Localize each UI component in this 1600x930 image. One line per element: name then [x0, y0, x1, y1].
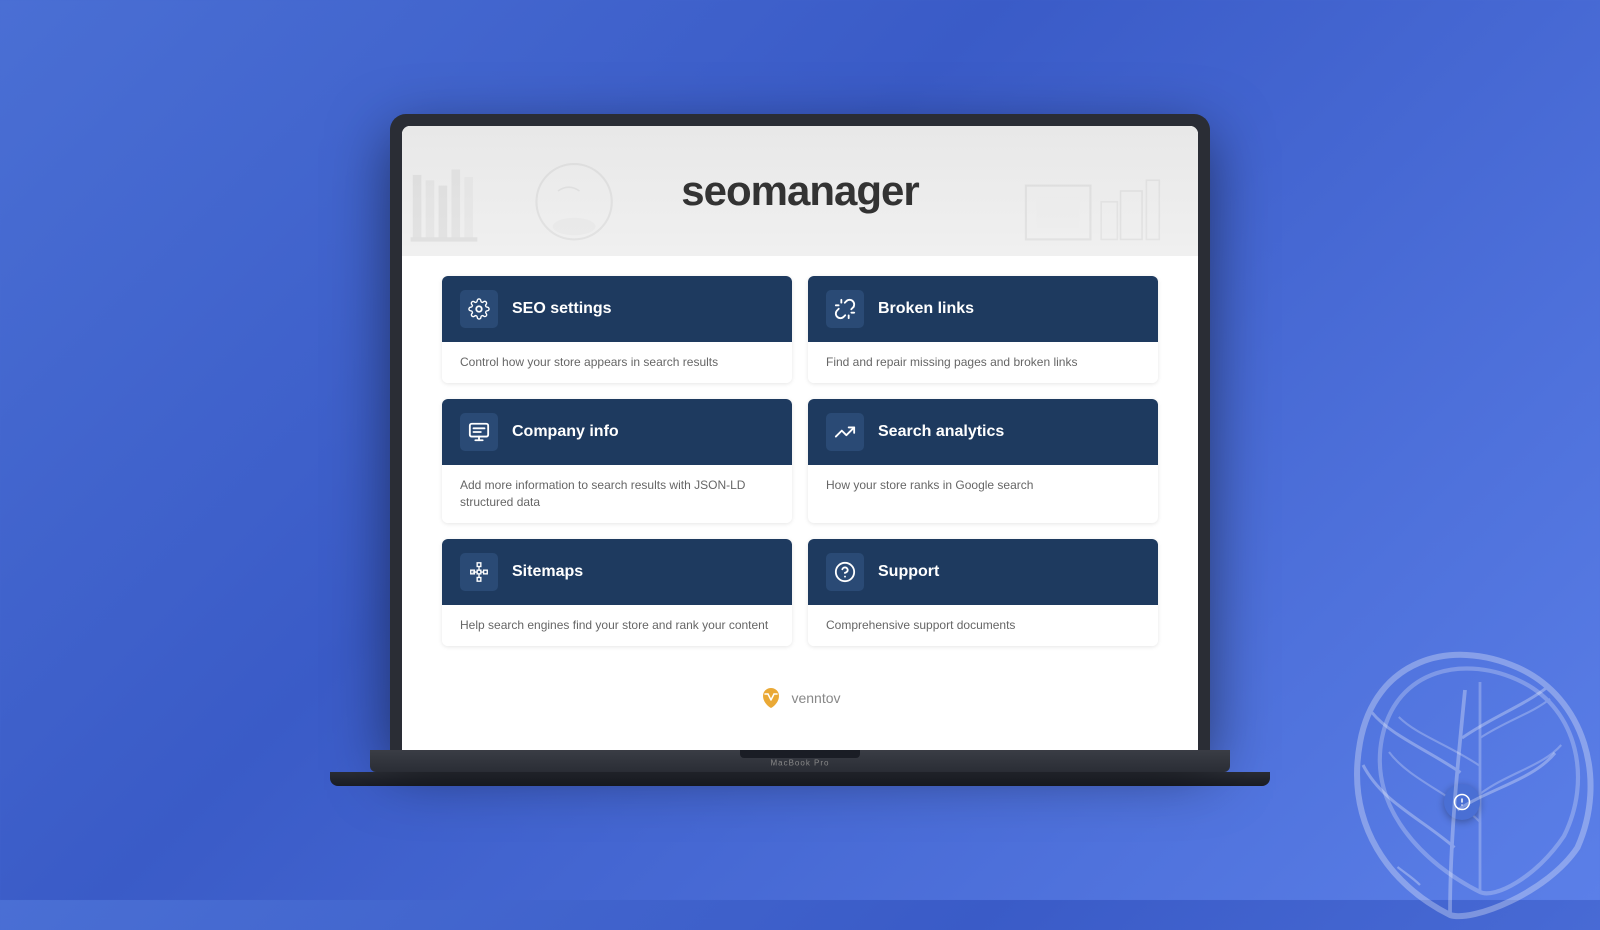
app-container: seomanager	[402, 126, 1198, 749]
support-title: Support	[878, 563, 939, 581]
sitemaps-body: Help search engines find your store and …	[442, 605, 792, 646]
search-analytics-title: Search analytics	[878, 423, 1004, 441]
search-analytics-body: How your store ranks in Google search	[808, 465, 1158, 506]
seo-settings-title: SEO settings	[512, 300, 612, 318]
company-icon	[468, 421, 490, 443]
company-info-title: Company info	[512, 423, 619, 441]
broken-links-card[interactable]: Broken links Find and repair missing pag…	[808, 276, 1158, 383]
laptop-screen: seomanager	[402, 126, 1198, 749]
broken-link-icon	[834, 298, 856, 320]
venntov-text: venntov	[791, 690, 840, 706]
search-analytics-card[interactable]: Search analytics How your store ranks in…	[808, 399, 1158, 523]
seo-settings-card-header[interactable]: SEO settings	[442, 276, 792, 342]
laptop-stand	[330, 772, 1270, 786]
broken-links-title: Broken links	[878, 300, 974, 318]
app-header: seomanager	[402, 126, 1198, 256]
search-analytics-card-header[interactable]: Search analytics	[808, 399, 1158, 465]
broken-links-icon	[826, 290, 864, 328]
sitemaps-desc: Help search engines find your store and …	[460, 617, 774, 634]
search-analytics-desc: How your store ranks in Google search	[826, 477, 1140, 494]
logo-bold-text: manager	[751, 167, 919, 214]
company-info-card-header[interactable]: Company info	[442, 399, 792, 465]
seo-settings-card[interactable]: SEO settings Control how your store appe…	[442, 276, 792, 383]
company-info-card[interactable]: Company info Add more information to sea…	[442, 399, 792, 523]
company-info-desc: Add more information to search results w…	[460, 477, 774, 511]
sitemaps-title: Sitemaps	[512, 563, 583, 581]
seo-settings-body: Control how your store appears in search…	[442, 342, 792, 383]
app-logo: seomanager	[681, 167, 918, 215]
support-desc: Comprehensive support documents	[826, 617, 1140, 634]
help-circle-icon	[834, 561, 856, 583]
logo-light-text: seo	[681, 167, 750, 214]
feature-cards-grid: SEO settings Control how your store appe…	[442, 276, 1158, 645]
analytics-icon	[834, 421, 856, 443]
search-analytics-icon	[826, 413, 864, 451]
broken-links-desc: Find and repair missing pages and broken…	[826, 354, 1140, 371]
support-body: Comprehensive support documents	[808, 605, 1158, 646]
seo-settings-icon	[460, 290, 498, 328]
sitemaps-card-header[interactable]: Sitemaps	[442, 539, 792, 605]
laptop-container: seomanager	[350, 114, 1250, 785]
venntov-logo-icon	[759, 686, 783, 710]
app-main-body: SEO settings Control how your store appe…	[402, 256, 1198, 749]
laptop-screen-frame: seomanager	[390, 114, 1210, 749]
broken-links-body: Find and repair missing pages and broken…	[808, 342, 1158, 383]
gear-icon	[468, 298, 490, 320]
laptop-base: MacBook Pro	[370, 750, 1230, 772]
watermark-leaf	[1330, 630, 1600, 930]
company-info-icon	[460, 413, 498, 451]
company-info-body: Add more information to search results w…	[442, 465, 792, 523]
sitemap-icon	[468, 561, 490, 583]
venntov-branding: venntov	[442, 676, 1158, 720]
sitemaps-card[interactable]: Sitemaps Help search engines find your s…	[442, 539, 792, 646]
support-card[interactable]: Support Comprehensive support documents	[808, 539, 1158, 646]
support-icon	[826, 553, 864, 591]
broken-links-card-header[interactable]: Broken links	[808, 276, 1158, 342]
support-card-header[interactable]: Support	[808, 539, 1158, 605]
laptop-model-label: MacBook Pro	[770, 758, 829, 767]
seo-settings-desc: Control how your store appears in search…	[460, 354, 774, 371]
sitemaps-icon	[460, 553, 498, 591]
